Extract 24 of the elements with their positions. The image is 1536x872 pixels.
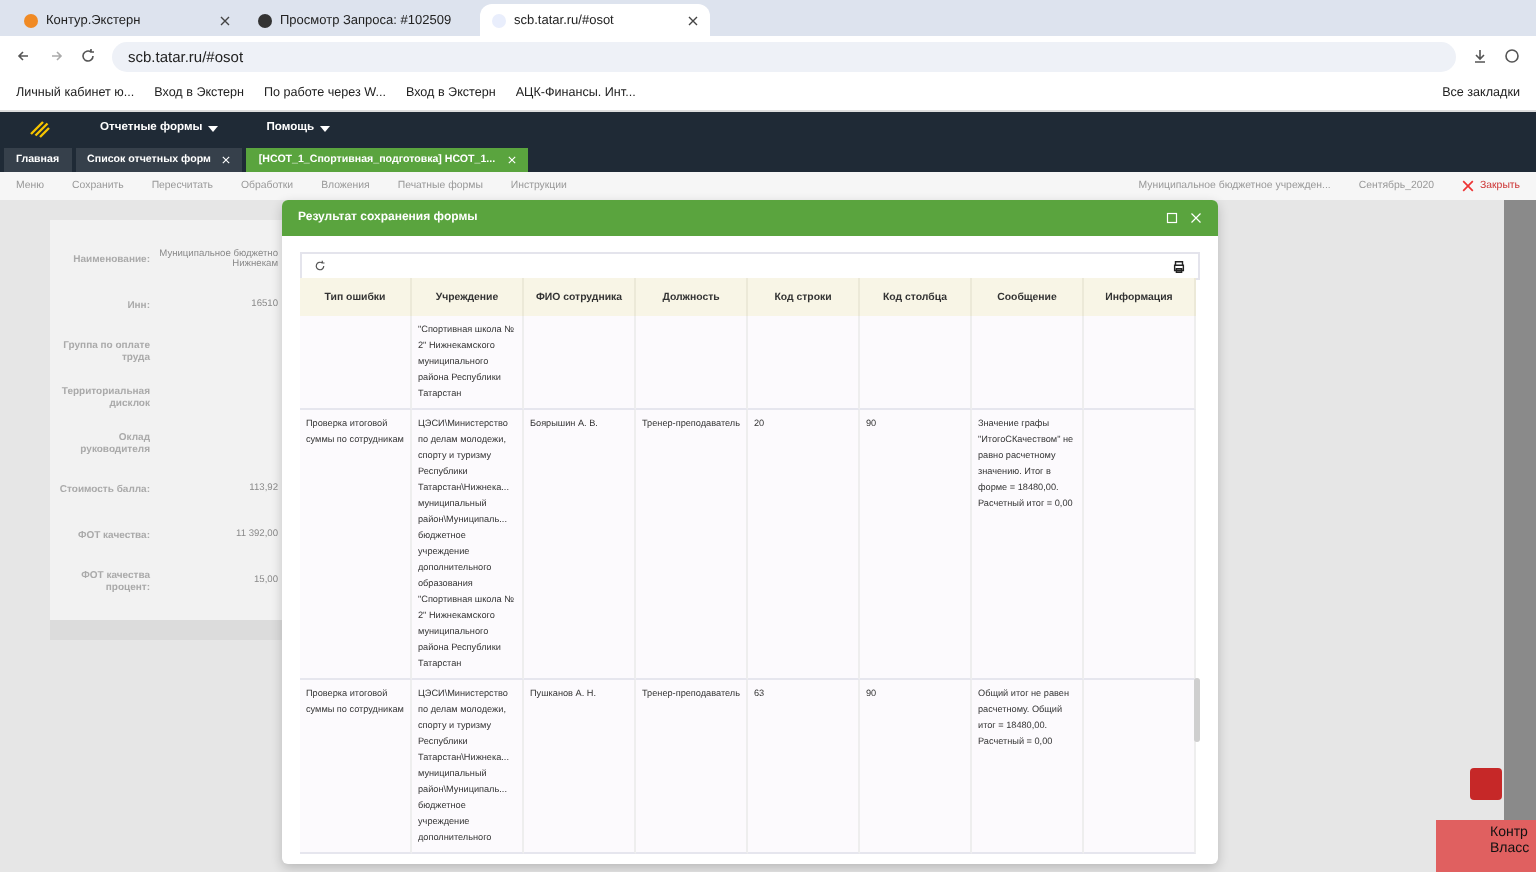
caret-icon: [208, 125, 219, 131]
table-cell: [972, 316, 1084, 410]
download-icon: [1472, 48, 1488, 64]
caret-icon: [320, 125, 331, 131]
scrollbar[interactable]: [1194, 678, 1200, 742]
reload-icon: [80, 48, 96, 64]
close-icon[interactable]: [220, 15, 230, 25]
refresh-icon: [314, 260, 326, 272]
account-icon: [1504, 48, 1520, 64]
close-icon[interactable]: [688, 15, 698, 25]
table-cell: [1084, 316, 1196, 410]
logo-icon: [28, 116, 52, 140]
print-icon: [1172, 259, 1186, 273]
site-icon: [24, 13, 38, 27]
maximize-icon: [1166, 212, 1178, 224]
back-icon: [16, 48, 32, 64]
site-icon: [258, 13, 272, 27]
table-cell: [636, 316, 748, 410]
close-icon: [1190, 212, 1202, 224]
table-cell: [524, 316, 636, 410]
table-cell: [300, 316, 412, 410]
table-cell: [860, 316, 972, 410]
table-cell: [748, 316, 860, 410]
forward-icon: [48, 48, 64, 64]
